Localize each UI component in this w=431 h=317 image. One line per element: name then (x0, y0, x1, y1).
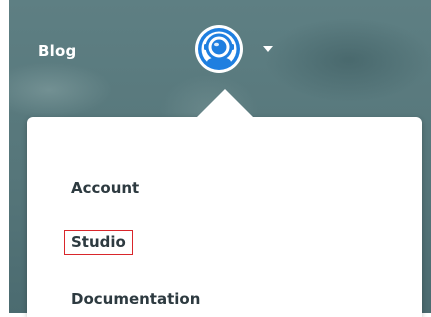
menu-item-documentation[interactable]: Documentation (71, 289, 200, 309)
blog-link[interactable]: Blog (38, 41, 76, 61)
dropdown-pointer (197, 89, 253, 117)
astronaut-avatar-icon (195, 25, 243, 73)
menu-item-account[interactable]: Account (71, 178, 139, 198)
user-avatar-button[interactable] (194, 24, 244, 74)
menu-item-studio[interactable]: Studio (64, 230, 133, 255)
caret-down-icon[interactable] (263, 46, 273, 52)
user-dropdown-menu (27, 117, 422, 317)
